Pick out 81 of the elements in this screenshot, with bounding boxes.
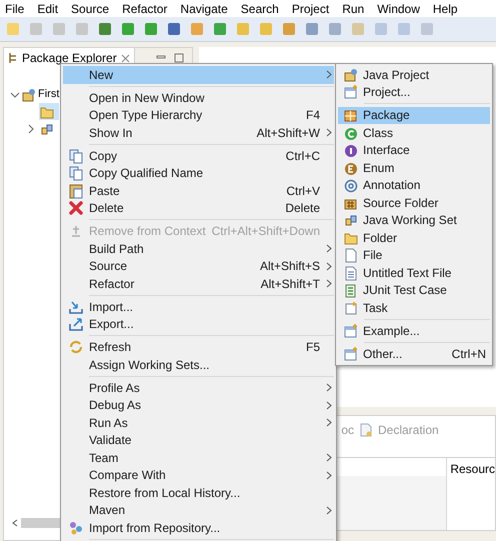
menu-item[interactable]: Run As xyxy=(63,414,334,432)
interface-i-icon xyxy=(342,142,358,158)
menu-bar-item[interactable]: Refactor xyxy=(122,0,168,18)
java-project-icon xyxy=(21,86,37,102)
scroll-left-icon[interactable] xyxy=(12,519,18,527)
menu-item[interactable]: Refactor Alt+Shift+T xyxy=(63,275,334,292)
java-project-icon xyxy=(342,66,358,83)
menu-item[interactable]: Annotation xyxy=(338,176,490,194)
menu-item[interactable]: Example... xyxy=(338,322,490,340)
repository-icon xyxy=(68,520,84,536)
menu-item[interactable]: Import... xyxy=(63,298,334,316)
text-file-icon xyxy=(342,264,358,281)
menu-item[interactable]: Profile As xyxy=(63,379,334,396)
menu-bar-item[interactable]: Window xyxy=(377,0,420,18)
menu-item[interactable]: Debug As xyxy=(63,396,334,414)
menu-item[interactable]: Open in New Window xyxy=(63,89,334,106)
test-case-icon xyxy=(342,282,358,298)
delete-icon xyxy=(68,200,84,216)
menu-bar-item[interactable]: Search xyxy=(240,0,279,18)
menu-item[interactable]: Interface xyxy=(338,142,490,159)
menu-item[interactable]: Maven xyxy=(63,502,334,519)
task-icon xyxy=(342,300,358,316)
import-tray-icon xyxy=(68,298,84,315)
menu-item[interactable]: Folder xyxy=(338,229,490,246)
menu-item[interactable]: Import from Repository... xyxy=(63,519,334,536)
menu-item[interactable]: Source Folder xyxy=(338,194,490,212)
menu-item[interactable]: Restore from Local History... xyxy=(63,484,334,502)
blank-file-icon xyxy=(342,247,358,264)
menu-item[interactable]: Export... xyxy=(63,316,334,333)
menu-item[interactable]: Assign Working Sets... xyxy=(63,356,334,374)
menu-item[interactable]: Build Path xyxy=(63,240,334,258)
menu-bar-item[interactable]: Project xyxy=(292,0,330,18)
menu-item[interactable]: Other... Ctrl+N xyxy=(338,345,490,362)
tree-item[interactable] xyxy=(39,103,59,120)
menu-item[interactable]: Source Alt+Shift+S xyxy=(63,258,334,275)
menu-item[interactable]: Refresh F5 xyxy=(63,338,334,356)
document-icon xyxy=(359,423,373,437)
menu-item[interactable]: Open Type Hierarchy F4 xyxy=(63,106,334,124)
menu-bar-item[interactable]: Edit xyxy=(37,0,58,18)
menu-item[interactable]: Team xyxy=(63,449,334,466)
export-tray-icon xyxy=(68,316,84,332)
column-header[interactable]: Resourc xyxy=(447,458,495,476)
copy-icon xyxy=(68,165,84,182)
copy-icon xyxy=(68,148,84,164)
menu-item[interactable]: Copy Qualified Name xyxy=(63,164,334,182)
menu-item[interactable]: Package xyxy=(338,106,490,124)
menu-item[interactable]: JUnit Test Case xyxy=(338,282,490,299)
menu-item[interactable]: Copy Ctrl+C xyxy=(63,147,334,164)
menu-item[interactable]: Untitled Text File xyxy=(338,264,490,282)
menu-item[interactable]: Project... xyxy=(338,84,490,101)
menu-item[interactable]: Validate xyxy=(63,432,334,449)
menu-item[interactable]: Compare With xyxy=(63,466,334,484)
menu-item[interactable]: Show In Alt+Shift+W xyxy=(63,124,334,142)
menu-item[interactable]: File xyxy=(338,246,490,264)
tree-icon xyxy=(8,52,18,64)
close-icon[interactable] xyxy=(120,54,130,62)
view-title: Package Explorer xyxy=(22,50,117,67)
menu-item[interactable]: Task xyxy=(338,299,490,316)
menu-item[interactable]: Java Project xyxy=(338,66,490,84)
scrollbar-thumb[interactable] xyxy=(21,518,61,528)
collapsed-chevron-icon[interactable] xyxy=(26,124,36,134)
menu-item[interactable]: Enum xyxy=(338,159,490,176)
refresh-arrows-icon xyxy=(68,339,84,356)
menu-bar-item[interactable]: File xyxy=(5,0,24,18)
at-sign-icon xyxy=(342,177,358,194)
menu-bar-item[interactable]: Help xyxy=(432,0,458,18)
new-project-icon xyxy=(342,84,358,100)
menu-bar-item[interactable]: Navigate xyxy=(180,0,228,18)
new-project-icon xyxy=(342,346,358,362)
menu-item[interactable]: New xyxy=(63,66,334,84)
menu-item[interactable]: Paste Ctrl+V xyxy=(63,182,334,200)
maximize-icon[interactable] xyxy=(174,53,184,63)
tree-item[interactable]: First xyxy=(38,86,60,103)
menu-item[interactable]: Java Working Set xyxy=(338,212,490,229)
new-project-icon xyxy=(342,322,358,339)
menu-bar-item[interactable]: Source xyxy=(71,0,110,18)
menu-bar-item[interactable]: Run xyxy=(342,0,364,18)
menu-item[interactable]: Class xyxy=(338,124,490,142)
clipboard-icon xyxy=(68,182,84,199)
menu-item[interactable]: Delete Delete xyxy=(63,200,334,217)
expanded-chevron-icon[interactable] xyxy=(10,90,20,100)
